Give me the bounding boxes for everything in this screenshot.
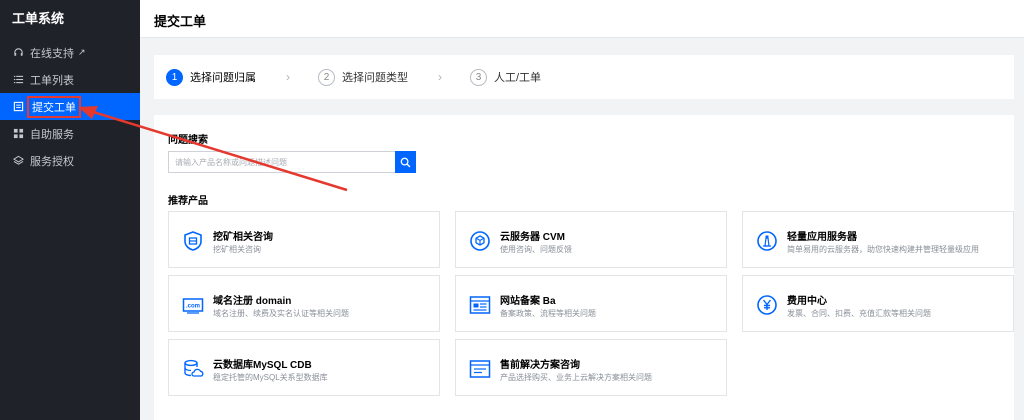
step-3[interactable]: 3 人工/工单 [470, 68, 542, 86]
product-desc: 稳定托管的MySQL关系型数据库 [213, 373, 328, 382]
sidebar-item-ticket-list[interactable]: 工单列表 [0, 66, 140, 93]
page-header: 提交工单 [140, 0, 1024, 38]
sidebar-item-label: 服务授权 [30, 155, 74, 168]
chevron-right-icon: › [438, 70, 442, 84]
product-desc: 简单易用的云服务器，助您快速构建并管理轻量级应用 [787, 245, 979, 254]
webpage-icon [468, 293, 492, 317]
step-label: 人工/工单 [494, 72, 542, 84]
sidebar-item-service-auth[interactable]: 服务授权 [0, 147, 140, 174]
product-desc: 产品选择购买、业务上云解决方案相关问题 [500, 373, 652, 382]
sidebar-item-online-support[interactable]: 在线支持 ↗ [0, 39, 140, 66]
sidebar-item-self-service[interactable]: 自助服务 [0, 120, 140, 147]
sidebar-item-label: 提交工单 [27, 95, 81, 118]
step-1[interactable]: 1 选择问题归属 [166, 68, 256, 86]
product-card[interactable]: 网站备案 Ba 备案政策、流程等相关问题 [455, 275, 727, 332]
step-label: 选择问题归属 [190, 72, 256, 84]
cube-icon [468, 229, 492, 253]
search-icon [400, 157, 411, 167]
database-icon [181, 357, 205, 381]
step-number: 3 [470, 68, 487, 86]
product-card[interactable]: 云服务器 CVM 使用咨询、问题反馈 [455, 211, 727, 268]
step-2[interactable]: 2 选择问题类型 [318, 68, 408, 86]
external-link-icon: ↗ [78, 47, 86, 57]
product-card[interactable]: 挖矿相关咨询 挖矿相关咨询 [168, 211, 440, 268]
sidebar-item-label: 自助服务 [30, 128, 74, 141]
search-bar [168, 151, 416, 173]
product-card[interactable]: 轻量应用服务器 简单易用的云服务器，助您快速构建并管理轻量级应用 [742, 211, 1014, 268]
product-title: 网站备案 Ba [500, 296, 556, 307]
step-number: 1 [166, 68, 183, 86]
document-icon [12, 101, 24, 113]
steps-bar: 1 选择问题归属 › 2 选择问题类型 › 3 人工/工单 [154, 55, 1014, 99]
product-desc: 发票、合同、扣费、充值汇款等相关问题 [787, 309, 931, 318]
product-card[interactable]: 售前解决方案咨询 产品选择购买、业务上云解决方案相关问题 [455, 339, 727, 396]
product-card[interactable]: 云数据库MySQL CDB 稳定托管的MySQL关系型数据库 [168, 339, 440, 396]
product-title: 域名注册 domain [213, 296, 292, 307]
sidebar-item-submit-ticket[interactable]: 提交工单 [0, 93, 140, 120]
product-title: 轻量应用服务器 [787, 232, 857, 243]
yen-icon [755, 293, 779, 317]
product-title: 挖矿相关咨询 [213, 232, 273, 243]
product-desc: 备案政策、流程等相关问题 [500, 309, 596, 318]
svg-text:.com: .com [186, 304, 200, 310]
chevron-right-icon: › [286, 70, 290, 84]
grid-icon [12, 128, 24, 140]
sidebar: 工单系统 在线支持 ↗ 工单列表 提交工单 自助服务 服务授权 [0, 0, 140, 420]
product-title: 云服务器 CVM [500, 232, 565, 243]
sidebar-item-label: 在线支持 [30, 47, 74, 60]
product-desc: 域名注册、续费及实名认证等相关问题 [213, 309, 349, 318]
product-card[interactable]: .com 域名注册 domain 域名注册、续费及实名认证等相关问题 [168, 275, 440, 332]
list-icon [12, 74, 24, 86]
search-section-title: 问题搜索 [168, 135, 208, 146]
product-desc: 使用咨询、问题反馈 [500, 245, 572, 254]
step-number: 2 [318, 68, 335, 86]
brand-title: 工单系统 [12, 11, 65, 26]
product-card[interactable]: 费用中心 发票、合同、扣费、充值汇款等相关问题 [742, 275, 1014, 332]
shield-icon [181, 229, 205, 253]
step-label: 选择问题类型 [342, 72, 408, 84]
search-button[interactable] [395, 151, 416, 173]
product-title: 售前解决方案咨询 [500, 360, 580, 371]
dotcom-icon: .com [181, 293, 205, 317]
search-input[interactable] [168, 151, 395, 173]
products-section-title: 推荐产品 [168, 196, 208, 207]
sidebar-item-label: 工单列表 [30, 74, 74, 87]
product-title: 云数据库MySQL CDB [213, 360, 312, 371]
headset-icon [12, 47, 24, 59]
lighthouse-icon [755, 229, 779, 253]
main-panel: 问题搜索 推荐产品 挖矿相关咨询 挖矿相关咨询 云服务器 CVM 使用咨询、问题… [154, 115, 1014, 420]
product-desc: 挖矿相关咨询 [213, 245, 261, 254]
solution-icon [468, 357, 492, 381]
product-title: 费用中心 [787, 296, 827, 307]
layers-icon [12, 155, 24, 167]
page-title: 提交工单 [154, 14, 207, 29]
